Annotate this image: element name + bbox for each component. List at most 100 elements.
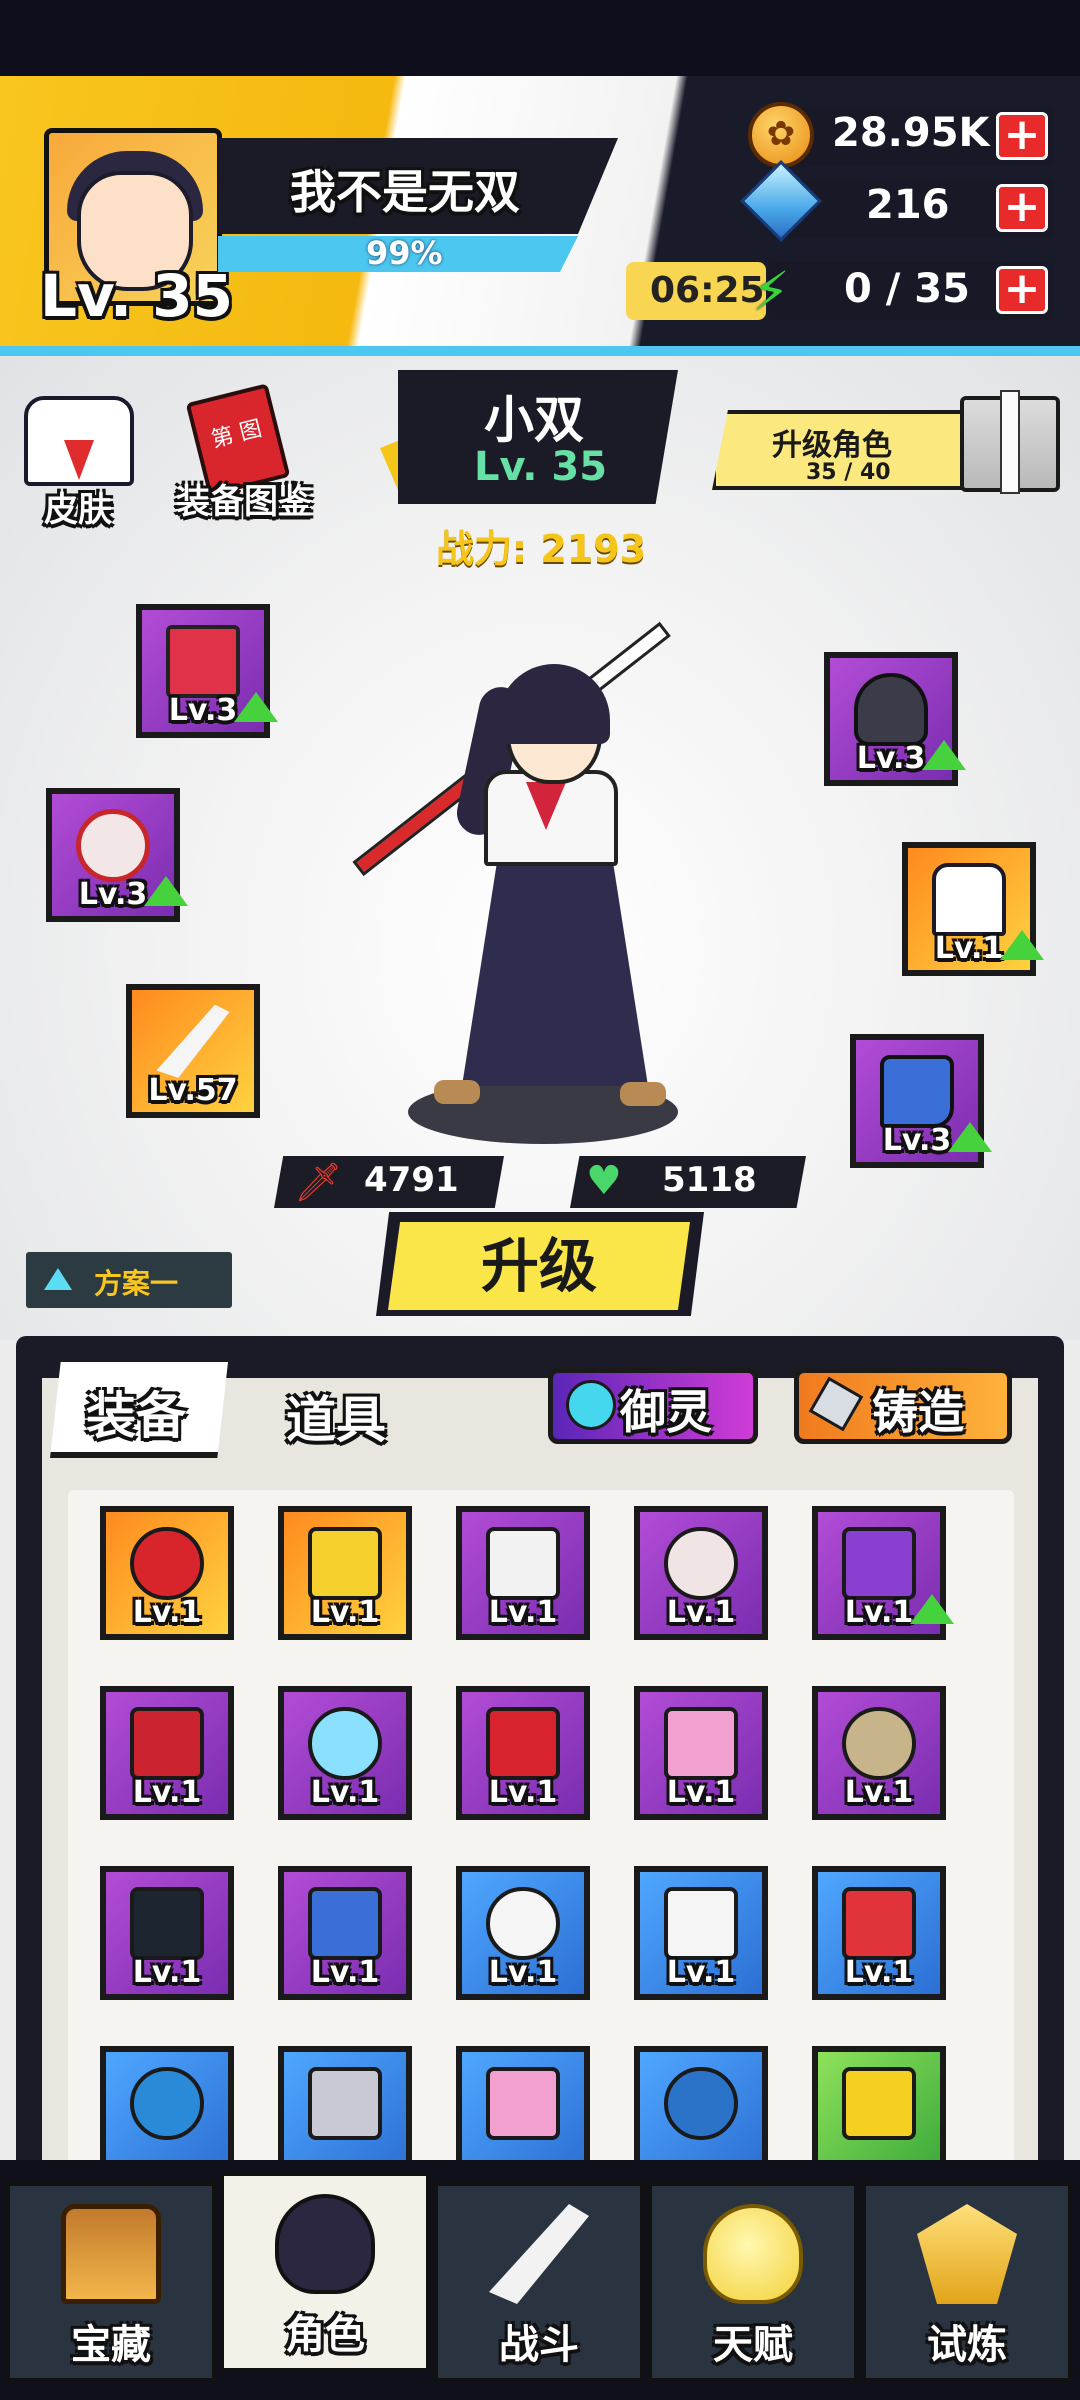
gold-necklace-icon <box>130 2066 204 2140</box>
equip-slot-boots[interactable]: Lv.3 <box>850 1034 992 1168</box>
forge-button-label[interactable]: 铸造 <box>872 1376 964 1442</box>
character-shoe-left <box>434 1080 480 1104</box>
item-level: Lv.1 <box>132 1955 202 1990</box>
character-level: Lv. 35 <box>474 444 608 490</box>
nav-item-2[interactable]: 战斗 <box>434 2182 644 2382</box>
nav-item-0[interactable]: 宝藏 <box>6 2182 216 2382</box>
trial-emblem-icon <box>917 2204 1017 2304</box>
inventory-item-white-blade[interactable]: Lv.1 <box>456 1506 590 1640</box>
item-level: Lv.1 <box>132 1775 202 1810</box>
lightning-bolt-icon: ⚡ <box>752 260 790 323</box>
gold-coin-icon: ✿ <box>748 102 814 168</box>
gem-value: 216 <box>866 182 950 228</box>
character-shoe-right <box>620 1082 666 1106</box>
spiked-crown-icon <box>308 2066 382 2140</box>
uniform-icon <box>932 862 1006 936</box>
inventory-item-pink-helmet[interactable]: Lv.1 <box>634 1686 768 1820</box>
nav-item-3[interactable]: 天赋 <box>648 2182 858 2382</box>
item-level: Lv.1 <box>132 1595 202 1630</box>
orb-ring-icon <box>842 1526 916 1600</box>
codex-button-label[interactable]: 装备图鉴 <box>176 474 312 523</box>
add-gem-button[interactable]: + <box>996 184 1048 232</box>
red-ring-blue-icon <box>842 1886 916 1960</box>
upgrade-character-label[interactable]: 升级角色 <box>772 420 892 464</box>
equip-level: Lv.57 <box>148 1073 238 1108</box>
dark-boots-icon <box>130 1886 204 1960</box>
character-portrait-icon <box>275 2194 375 2294</box>
helmet-icon <box>854 672 928 746</box>
red-book-icon <box>166 624 240 698</box>
equip-slot-helmet[interactable]: Lv.3 <box>824 652 966 786</box>
field-jacket-icon <box>842 1706 916 1780</box>
equip-slot-book[interactable]: Lv.3 <box>136 604 278 738</box>
equip-slot-ring[interactable]: Lv.3 <box>46 788 188 922</box>
upgrade-button[interactable]: 升级 <box>388 1222 690 1310</box>
inventory-item-blue-blade-2[interactable]: Lv.1 <box>634 1866 768 2000</box>
item-level: Lv.1 <box>310 1595 380 1630</box>
item-level: Lv.1 <box>844 1955 914 1990</box>
inventory-item-banana-blade[interactable]: Lv.1 <box>278 1506 412 1640</box>
player-name: 我不是无双 <box>290 165 520 219</box>
skin-button-label[interactable]: 皮肤 <box>44 482 112 531</box>
item-level: Lv.1 <box>488 1955 558 1990</box>
nav-label: 试炼 <box>927 2322 1007 2368</box>
xp-percent: 99% <box>366 234 443 272</box>
stamina-value: 0 / 35 <box>844 266 970 312</box>
nav-item-4[interactable]: 试炼 <box>862 2182 1072 2382</box>
gift-ribbon <box>1000 390 1020 494</box>
blue-blade-2-icon <box>664 1886 738 1960</box>
inventory-item-orb-ring[interactable]: Lv.1 <box>812 1506 954 1640</box>
inventory-item-red-blade[interactable]: Lv.1 <box>100 1506 234 1640</box>
add-stamina-button[interactable]: + <box>996 266 1048 314</box>
item-level: Lv.1 <box>666 1775 736 1810</box>
spirit-swirl-icon <box>566 1380 616 1430</box>
tab-items[interactable]: 道具 <box>286 1380 386 1452</box>
bead-necklace-icon <box>130 1706 204 1780</box>
nav-label: 宝藏 <box>71 2322 151 2368</box>
red-blade-icon <box>130 1526 204 1600</box>
inventory-item-dark-boots[interactable]: Lv.1 <box>100 1866 234 2000</box>
inventory-item-red-scarf[interactable]: Lv.1 <box>456 1686 590 1820</box>
upgrade-arrow-icon <box>948 1122 992 1152</box>
stamina-timer: 06:25 <box>650 270 765 311</box>
banana-blade-icon <box>308 1526 382 1600</box>
item-level: Lv.1 <box>310 1775 380 1810</box>
inventory-item-blue-blade-1[interactable]: Lv.1 <box>456 1866 590 2000</box>
talisman-ring-icon <box>76 808 150 882</box>
item-level: Lv.1 <box>666 1955 736 1990</box>
item-level: Lv.1 <box>310 1955 380 1990</box>
inventory-item-crystal-shard[interactable]: Lv.1 <box>278 1686 412 1820</box>
inventory-item-bead-necklace[interactable]: Lv.1 <box>100 1686 234 1820</box>
nav-label: 战斗 <box>499 2322 579 2368</box>
gold-value: 28.95K <box>832 110 990 156</box>
inventory-item-red-ring-blue[interactable]: Lv.1 <box>812 1866 946 2000</box>
blade-icon <box>156 1004 230 1078</box>
heart-icon: ♥ <box>586 1158 622 1204</box>
equip-slot-uniform[interactable]: Lv.1 <box>902 842 1044 976</box>
upgrade-character-progress: 35 / 40 <box>806 460 891 485</box>
item-level: Lv.1 <box>844 1775 914 1810</box>
hp-value: 5118 <box>662 1160 757 1200</box>
upgrade-arrow-icon <box>234 692 278 722</box>
add-gold-button[interactable]: + <box>996 112 1048 160</box>
plan-label[interactable]: 方案一 <box>94 1262 178 1302</box>
lightbulb-icon <box>703 2204 803 2304</box>
item-level: Lv.1 <box>488 1595 558 1630</box>
inventory-item-talisman-ring[interactable]: Lv.1 <box>634 1506 768 1640</box>
spirit-button-label[interactable]: 御灵 <box>620 1376 712 1442</box>
nav-item-1[interactable]: 角色 <box>220 2172 430 2372</box>
equip-slot-blade[interactable]: Lv.57 <box>126 984 260 1118</box>
tab-equipment-label[interactable]: 装备 <box>86 1376 186 1448</box>
inventory-item-blue-boots[interactable]: Lv.1 <box>278 1866 412 2000</box>
combat-power: 战力: 2193 <box>436 527 647 571</box>
crystal-shard-icon <box>308 1706 382 1780</box>
pink-helmet-blue-icon <box>486 2066 560 2140</box>
pink-helmet-icon <box>664 1706 738 1780</box>
upgrade-arrow-icon <box>910 1594 954 1624</box>
nav-label: 角色 <box>285 2312 365 2358</box>
inventory-item-field-jacket[interactable]: Lv.1 <box>812 1686 946 1820</box>
blue-boots-icon <box>308 1886 382 1960</box>
character-name: 小双 <box>484 391 584 449</box>
item-level: Lv.1 <box>488 1775 558 1810</box>
item-level: Lv.1 <box>666 1595 736 1630</box>
